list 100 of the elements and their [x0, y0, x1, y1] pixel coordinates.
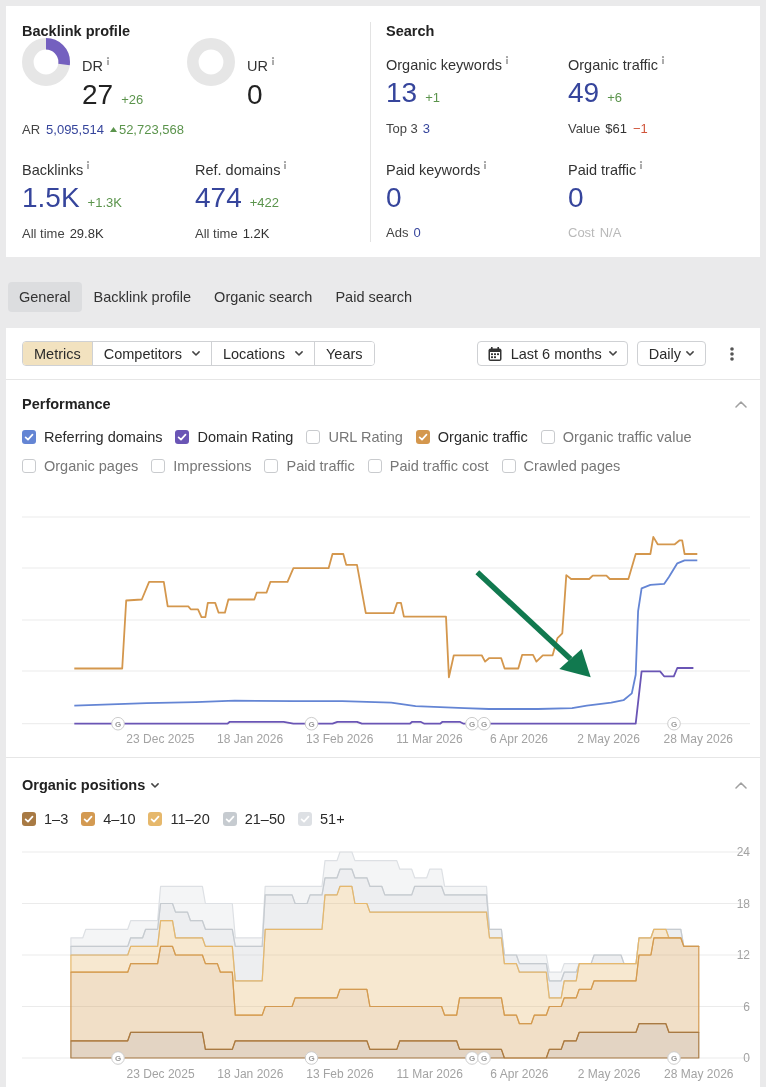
tab[interactable]: Organic search [203, 282, 324, 312]
metric-value[interactable]: 0 [386, 182, 402, 213]
checkbox[interactable] [415, 430, 430, 444]
checkbox-label[interactable]: Organic pages [44, 458, 139, 474]
checkbox[interactable] [151, 459, 166, 473]
calendar-icon [487, 346, 502, 361]
change-value: −1 [633, 121, 648, 136]
legend-label[interactable]: 1–3 [44, 811, 69, 827]
metric-label: Backlinks [22, 162, 84, 178]
axis-label: 28 May 2026 [663, 732, 733, 746]
sub-value[interactable]: 0 [413, 225, 421, 240]
checkbox-label[interactable]: Impressions [173, 458, 252, 474]
metric-label: AR [22, 121, 41, 137]
sub-label: Top 3 [386, 121, 418, 136]
more-options-icon[interactable] [730, 346, 734, 361]
sub-value: N/A [599, 225, 622, 240]
tab[interactable]: Paid search [324, 282, 423, 312]
metric-value[interactable]: 0 [568, 182, 584, 213]
info-icon[interactable] [283, 161, 288, 169]
checkbox-label[interactable]: Crawled pages [523, 458, 621, 474]
legend-label[interactable]: 21–50 [244, 811, 286, 827]
checkbox-label[interactable]: Organic traffic value [562, 429, 692, 445]
checkbox[interactable] [175, 430, 190, 444]
info-icon[interactable] [661, 56, 665, 64]
legend-checkbox[interactable] [81, 812, 96, 826]
checkbox-label[interactable]: Paid traffic cost [389, 458, 489, 474]
change-value: +26 [121, 92, 144, 107]
segment-button[interactable]: Years [314, 342, 374, 365]
tab[interactable]: General [8, 282, 82, 312]
legend-checkbox[interactable] [298, 812, 313, 826]
chevron-up-icon[interactable] [735, 400, 747, 408]
sub-value[interactable]: 3 [422, 121, 431, 136]
sub-label: Cost [568, 225, 595, 240]
change-value: +6 [607, 90, 622, 105]
change-value: +1 [425, 90, 440, 105]
checkbox[interactable] [501, 459, 516, 473]
legend-label[interactable]: 51+ [320, 811, 345, 827]
sub-label: All time [22, 226, 65, 241]
rating-donut [187, 38, 235, 86]
legend-checkbox[interactable] [148, 812, 163, 826]
metric-value[interactable]: 49 [568, 77, 600, 108]
metric-label: Paid keywords [386, 162, 481, 178]
legend-label[interactable]: 11–20 [170, 811, 210, 827]
axis-label: 28 May 2026 [664, 1067, 734, 1081]
metric-label: Organic traffic [568, 57, 658, 73]
checkbox[interactable] [367, 459, 382, 473]
legend-label[interactable]: 4–10 [103, 811, 136, 827]
caret-down-icon [686, 351, 694, 356]
metric-label: Paid traffic [568, 162, 637, 178]
axis-label: 23 Dec 2025 [126, 732, 195, 746]
rating-donut [22, 38, 70, 86]
section-title: Performance [22, 395, 111, 414]
chart-dropdown[interactable]: Organic positions [22, 775, 160, 795]
checkbox-label[interactable]: Referring domains [44, 429, 163, 445]
info-icon[interactable] [270, 57, 275, 65]
checkbox-label[interactable]: URL Rating [328, 429, 403, 445]
checkbox[interactable] [306, 430, 321, 444]
metric-value[interactable]: 474 [195, 182, 242, 213]
segment-button[interactable]: Metrics [23, 342, 92, 365]
axis-label: 23 Dec 2025 [126, 1067, 195, 1081]
metric-label: UR [247, 58, 268, 74]
info-icon[interactable] [505, 56, 510, 64]
metric-value[interactable]: 5,095,514 [46, 121, 104, 137]
change-value: +1.3K [87, 195, 122, 210]
section-title: Backlink profile [22, 22, 131, 41]
checkbox-label[interactable]: Organic traffic [437, 429, 528, 445]
sub-value: $61 [605, 121, 627, 136]
metric-value: 0 [247, 79, 263, 110]
axis-label: 2 May 2026 [577, 732, 640, 746]
metric-value[interactable]: 13 [386, 77, 418, 108]
info-icon[interactable] [86, 161, 91, 169]
metric-label: Ref. domains [195, 162, 281, 178]
info-icon[interactable] [639, 161, 644, 169]
chevron-up-icon[interactable] [735, 781, 747, 789]
axis-label: 18 Jan 2026 [217, 1067, 284, 1081]
info-icon[interactable] [483, 161, 488, 169]
info-icon[interactable] [105, 57, 110, 65]
caret-down-icon [295, 351, 303, 356]
sub-value: 29.8K [69, 226, 104, 241]
change-value: 52,723,568 [118, 121, 184, 137]
legend-checkbox[interactable] [22, 812, 36, 826]
checkbox[interactable] [264, 459, 279, 473]
caret-down-icon [608, 351, 617, 356]
axis-label: 6 Apr 2026 [489, 732, 549, 746]
metric-value[interactable]: 1.5K [22, 182, 80, 213]
metric-value: 27 [82, 79, 114, 110]
axis-label: 13 Feb 2026 [306, 1067, 374, 1081]
axis-label: 2 May 2026 [577, 1067, 641, 1081]
date-range-dropdown[interactable]: Last 6 months [476, 341, 628, 366]
metric-label: DR [82, 58, 103, 74]
checkbox-label[interactable]: Domain Rating [197, 429, 294, 445]
checkbox[interactable] [22, 459, 36, 473]
change-value: +422 [249, 195, 279, 210]
legend-checkbox[interactable] [222, 812, 237, 826]
checkbox[interactable] [22, 430, 36, 444]
sub-label: Ads [386, 225, 409, 240]
checkbox[interactable] [540, 430, 555, 444]
checkbox-label[interactable]: Paid traffic [286, 458, 355, 474]
tab[interactable]: Backlink profile [82, 282, 203, 312]
interval-dropdown[interactable]: Daily [636, 341, 706, 366]
